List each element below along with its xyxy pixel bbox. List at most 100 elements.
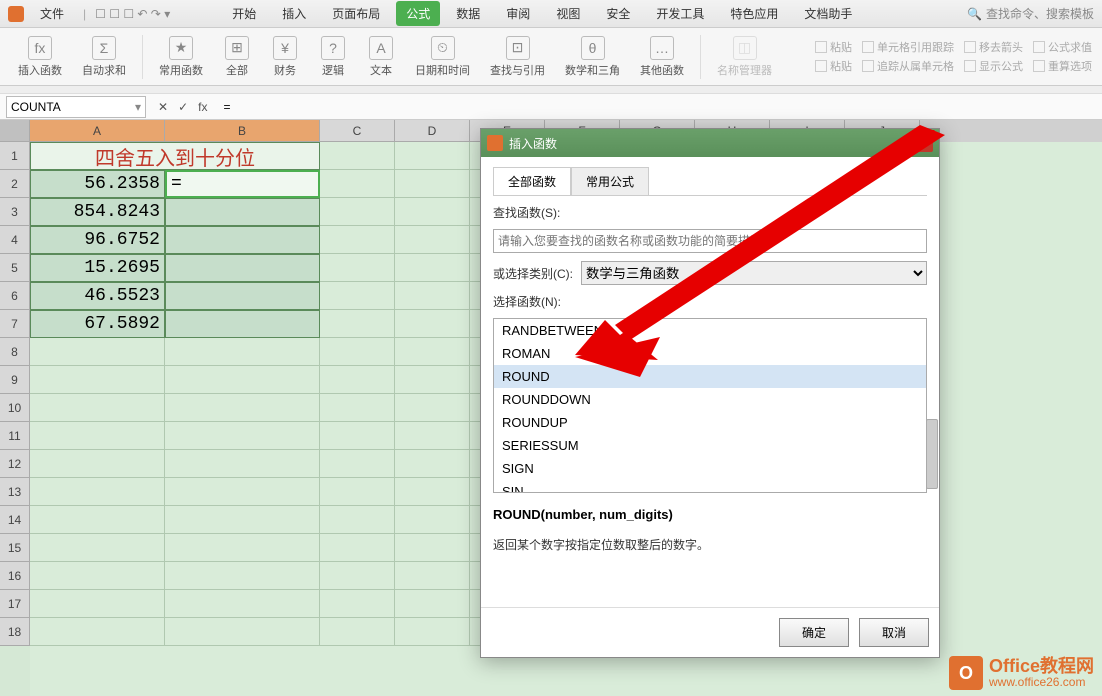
cell[interactable] xyxy=(395,170,470,198)
cancel-button[interactable]: 取消 xyxy=(859,618,929,647)
cell[interactable] xyxy=(395,506,470,534)
ribbon-autosum[interactable]: Σ自动求和 xyxy=(74,34,134,80)
function-search-input[interactable] xyxy=(493,229,927,253)
cell[interactable] xyxy=(165,394,320,422)
row-header[interactable]: 5 xyxy=(0,254,30,282)
tab-common-formula[interactable]: 常用公式 xyxy=(571,167,649,195)
cell[interactable] xyxy=(30,562,165,590)
scrollbar-handle[interactable] xyxy=(926,419,927,489)
ribbon-logic[interactable]: ?逻辑 xyxy=(311,34,355,80)
chevron-down-icon[interactable]: ▾ xyxy=(135,100,141,114)
cell[interactable] xyxy=(30,394,165,422)
cell[interactable]: = xyxy=(165,170,320,198)
cell[interactable] xyxy=(30,450,165,478)
cell[interactable] xyxy=(320,590,395,618)
cell[interactable]: 56.2358 xyxy=(30,170,165,198)
cell[interactable] xyxy=(395,142,470,170)
cell[interactable]: 15.2695 xyxy=(30,254,165,282)
ribbon-common[interactable]: ★常用函数 xyxy=(151,34,211,80)
tab-review[interactable]: 审阅 xyxy=(496,1,540,26)
cell[interactable] xyxy=(165,338,320,366)
close-button[interactable]: ✕ xyxy=(907,134,933,152)
col-header-B[interactable]: B xyxy=(165,120,320,142)
function-list[interactable]: RANDBETWEENROMANROUNDROUNDDOWNROUNDUPSER… xyxy=(493,318,927,493)
ribbon-other[interactable]: …其他函数 xyxy=(632,34,692,80)
cell[interactable] xyxy=(395,618,470,646)
formula-input[interactable] xyxy=(219,100,1102,114)
col-header-A[interactable]: A xyxy=(30,120,165,142)
cell[interactable] xyxy=(395,366,470,394)
cell[interactable] xyxy=(320,562,395,590)
cell[interactable] xyxy=(320,422,395,450)
tab-security[interactable]: 安全 xyxy=(596,1,640,26)
cell[interactable] xyxy=(165,254,320,282)
col-header-C[interactable]: C xyxy=(320,120,395,142)
row-header[interactable]: 3 xyxy=(0,198,30,226)
function-item[interactable]: ROMAN xyxy=(494,342,926,365)
row-header[interactable]: 7 xyxy=(0,310,30,338)
row-header[interactable]: 14 xyxy=(0,506,30,534)
cell[interactable] xyxy=(395,338,470,366)
cell[interactable] xyxy=(320,310,395,338)
row-header[interactable]: 2 xyxy=(0,170,30,198)
cell[interactable] xyxy=(30,590,165,618)
cell[interactable] xyxy=(395,562,470,590)
cell[interactable] xyxy=(395,282,470,310)
cell[interactable] xyxy=(320,534,395,562)
cell[interactable] xyxy=(395,226,470,254)
cell[interactable] xyxy=(30,506,165,534)
cell[interactable] xyxy=(320,338,395,366)
tab-all-functions[interactable]: 全部函数 xyxy=(493,167,571,195)
merged-header-cell[interactable]: 四舍五入到十分位 xyxy=(30,142,320,170)
name-box[interactable]: ▾ xyxy=(6,96,146,118)
row-header[interactable]: 6 xyxy=(0,282,30,310)
function-item[interactable]: SIGN xyxy=(494,457,926,480)
cell[interactable] xyxy=(165,366,320,394)
cell[interactable] xyxy=(320,450,395,478)
ribbon-finance[interactable]: ¥财务 xyxy=(263,34,307,80)
cell[interactable] xyxy=(30,534,165,562)
ribbon-insert-func[interactable]: fx插入函数 xyxy=(10,34,70,80)
row-header[interactable]: 10 xyxy=(0,394,30,422)
cell[interactable] xyxy=(165,282,320,310)
ribbon-math[interactable]: θ数学和三角 xyxy=(557,34,628,80)
qat-icon[interactable]: ☐ ☐ ☐ ↶ ↷ ▾ xyxy=(95,7,170,21)
function-item[interactable]: SIN xyxy=(494,480,926,493)
row-header[interactable]: 9 xyxy=(0,366,30,394)
ribbon-datetime[interactable]: ⏲日期和时间 xyxy=(407,34,478,80)
search-box[interactable]: 🔍 查找命令、搜索模板 xyxy=(967,5,1094,22)
cell[interactable] xyxy=(165,422,320,450)
cell[interactable] xyxy=(320,254,395,282)
cell[interactable] xyxy=(320,394,395,422)
cell[interactable] xyxy=(320,366,395,394)
cell[interactable] xyxy=(165,506,320,534)
tab-dochelper[interactable]: 文档助手 xyxy=(794,1,862,26)
row-header[interactable]: 4 xyxy=(0,226,30,254)
cell[interactable] xyxy=(320,282,395,310)
cell[interactable] xyxy=(165,618,320,646)
function-item[interactable]: ROUNDDOWN xyxy=(494,388,926,411)
fx-icon-small[interactable]: fx xyxy=(196,98,209,116)
cell[interactable] xyxy=(165,310,320,338)
cell[interactable] xyxy=(165,562,320,590)
ribbon-text[interactable]: A文本 xyxy=(359,34,403,80)
row-header[interactable]: 1 xyxy=(0,142,30,170)
cell[interactable] xyxy=(30,338,165,366)
select-all-corner[interactable] xyxy=(0,120,30,142)
row-header[interactable]: 8 xyxy=(0,338,30,366)
function-item[interactable]: RANDBETWEEN xyxy=(494,319,926,342)
cell[interactable] xyxy=(320,226,395,254)
ok-button[interactable]: 确定 xyxy=(779,618,849,647)
accept-icon[interactable]: ✓ xyxy=(176,98,190,116)
row-header[interactable]: 18 xyxy=(0,618,30,646)
cell[interactable] xyxy=(320,478,395,506)
cell[interactable] xyxy=(30,422,165,450)
cell[interactable]: 67.5892 xyxy=(30,310,165,338)
row-header[interactable]: 12 xyxy=(0,450,30,478)
cell[interactable] xyxy=(395,534,470,562)
function-item[interactable]: ROUND xyxy=(494,365,926,388)
name-box-input[interactable] xyxy=(11,100,135,114)
cell[interactable] xyxy=(165,226,320,254)
row-header[interactable]: 11 xyxy=(0,422,30,450)
cell[interactable] xyxy=(320,198,395,226)
